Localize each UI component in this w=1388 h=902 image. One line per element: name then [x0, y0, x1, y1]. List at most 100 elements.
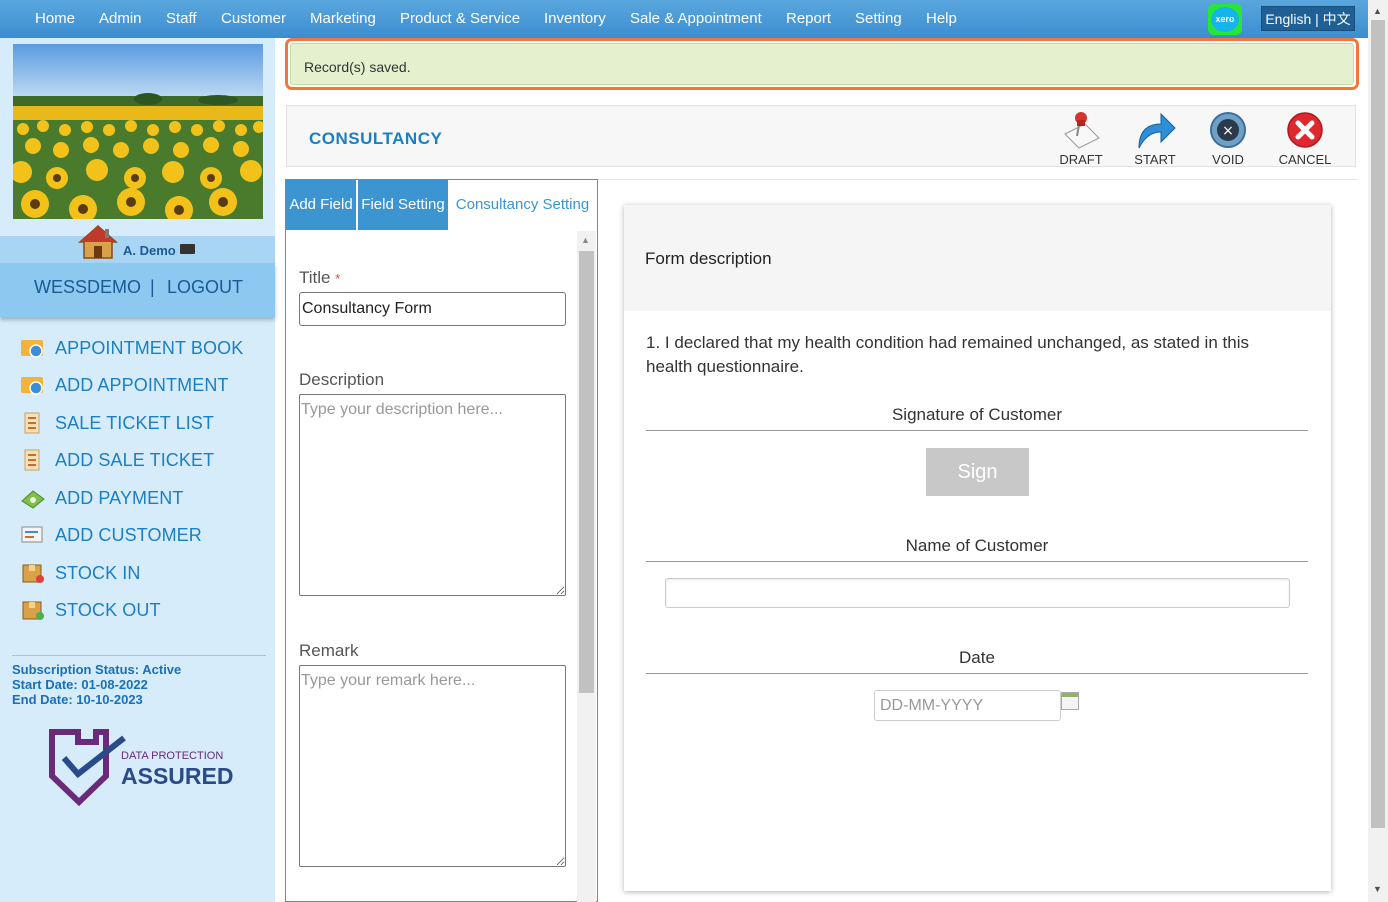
start-button[interactable]: START: [1132, 110, 1178, 167]
account-separator: |: [150, 277, 155, 297]
account-bar: WESSDEMO | LOGOUT: [0, 263, 275, 317]
nav-home[interactable]: Home: [35, 10, 75, 27]
add-customer-icon: [20, 524, 46, 546]
data-protection-badge: DATA PROTECTION ASSURED: [48, 728, 233, 813]
nav-help[interactable]: Help: [926, 10, 957, 27]
xero-icon: xero: [1211, 7, 1239, 32]
form-preview: Form description 1. I declared that my h…: [624, 205, 1331, 891]
subscription-status: Subscription Status: Active: [12, 662, 182, 677]
date-input[interactable]: [874, 690, 1061, 721]
user-name[interactable]: A. Demo: [123, 243, 176, 258]
menu-label: APPOINTMENT BOOK: [55, 337, 244, 358]
scroll-up-arrow-icon[interactable]: ▲: [1373, 6, 1382, 16]
subscription-info: Subscription Status: Active Start Date: …: [12, 655, 266, 707]
nav-setting[interactable]: Setting: [855, 10, 902, 27]
menu-sale-ticket-list[interactable]: SALE TICKET LIST: [20, 410, 214, 436]
nav-sale-appointment[interactable]: Sale & Appointment: [630, 10, 762, 27]
xero-button[interactable]: xero: [1208, 4, 1242, 35]
draft-button[interactable]: DRAFT: [1058, 110, 1104, 167]
description-label: Description: [299, 370, 385, 389]
menu-label: ADD PAYMENT: [55, 487, 184, 508]
editor-tabs: Add Field Field Setting Consultancy Sett…: [286, 180, 597, 230]
menu-label: STOCK IN: [55, 562, 141, 583]
editor-scrollbar-thumb[interactable]: [579, 251, 594, 693]
house-icon: [78, 224, 118, 265]
void-label: VOID: [1212, 152, 1244, 167]
subscription-end-date: End Date: 10-10-2023: [12, 692, 143, 707]
logout-link[interactable]: LOGOUT: [167, 277, 243, 298]
tab-consultancy-setting[interactable]: Consultancy Setting: [448, 180, 597, 230]
badge-line2: ASSURED: [121, 763, 234, 789]
required-mark: *: [335, 271, 341, 286]
svg-text:×: ×: [1222, 123, 1234, 139]
title-label: Title *: [299, 268, 340, 288]
remark-label: Remark: [299, 641, 359, 660]
menu-label: ADD CUSTOMER: [55, 524, 202, 545]
menu-label: ADD APPOINTMENT: [55, 374, 229, 395]
nav-product-service[interactable]: Product & Service: [400, 10, 520, 27]
description-textarea[interactable]: [299, 394, 566, 596]
stock-in-icon: [20, 562, 46, 584]
user-bar: A. Demo: [0, 224, 275, 263]
menu-appointment-book[interactable]: APPOINTMENT BOOK: [20, 335, 243, 361]
form-editor-panel: Add Field Field Setting Consultancy Sett…: [285, 179, 598, 902]
save-alert: Record(s) saved.: [285, 38, 1359, 90]
scroll-down-arrow-icon[interactable]: ▼: [1373, 884, 1382, 894]
add-payment-icon: [20, 487, 46, 509]
nav-staff[interactable]: Staff: [166, 10, 197, 27]
menu-stock-out[interactable]: STOCK OUT: [20, 597, 161, 623]
draft-pin-icon: [1059, 110, 1103, 150]
customer-name-label: Name of Customer: [646, 536, 1308, 562]
menu-add-customer[interactable]: ADD CUSTOMER: [20, 522, 202, 548]
scrollbar-thumb[interactable]: [1371, 20, 1385, 828]
start-arrow-icon: [1133, 110, 1177, 150]
void-circle-icon: ×: [1206, 110, 1250, 150]
computer-icon: [180, 244, 195, 254]
menu-add-payment[interactable]: ADD PAYMENT: [20, 485, 183, 511]
stock-out-icon: [20, 599, 46, 621]
question-body: I declared that my health condition had …: [646, 333, 1249, 376]
alert-message: Record(s) saved.: [290, 43, 1354, 85]
void-button[interactable]: × VOID: [1205, 110, 1251, 167]
form-description-header: Form description: [624, 205, 1331, 311]
cancel-button[interactable]: CANCEL: [1277, 110, 1333, 167]
sale-ticket-list-icon: [20, 412, 46, 434]
add-sale-ticket-icon: [20, 449, 46, 471]
sunflower-field-image: [13, 44, 263, 219]
page-title: CONSULTANCY: [309, 129, 443, 148]
sign-button[interactable]: Sign: [926, 448, 1029, 496]
menu-label: ADD SALE TICKET: [55, 449, 215, 470]
subscription-start-date: Start Date: 01-08-2022: [12, 677, 148, 692]
remark-textarea[interactable]: [299, 665, 566, 867]
date-label: Date: [646, 648, 1308, 674]
page-header: CONSULTANCY DRAFT START × VOID CANCEL: [286, 105, 1356, 167]
nav-report[interactable]: Report: [786, 10, 831, 27]
draft-label: DRAFT: [1059, 152, 1103, 167]
title-input[interactable]: [299, 292, 566, 326]
nav-admin[interactable]: Admin: [99, 10, 142, 27]
signature-label: Signature of Customer: [646, 405, 1308, 431]
page-scrollbar[interactable]: ▲ ▼: [1368, 0, 1388, 902]
menu-add-sale-ticket[interactable]: ADD SALE TICKET: [20, 447, 214, 473]
cancel-x-icon: [1283, 110, 1327, 150]
menu-add-appointment[interactable]: ADD APPOINTMENT: [20, 372, 229, 398]
nav-marketing[interactable]: Marketing: [310, 10, 376, 27]
nav-customer[interactable]: Customer: [221, 10, 286, 27]
question-number: 1.: [646, 333, 661, 352]
top-navigation: Home Admin Staff Customer Marketing Prod…: [0, 0, 1368, 38]
menu-label: STOCK OUT: [55, 599, 161, 620]
badge-line1: DATA PROTECTION: [121, 750, 224, 762]
cancel-label: CANCEL: [1278, 152, 1332, 167]
customer-name-input[interactable]: [665, 578, 1290, 608]
editor-scrollbar[interactable]: ▲: [577, 231, 596, 902]
tab-field-setting[interactable]: Field Setting: [358, 180, 448, 230]
nav-inventory[interactable]: Inventory: [544, 10, 606, 27]
language-switch[interactable]: English | 中文: [1261, 6, 1355, 31]
calendar-icon[interactable]: [1061, 692, 1079, 710]
sidebar: A. Demo WESSDEMO | LOGOUT APPOINTMENT BO…: [0, 38, 275, 902]
account-name-link[interactable]: WESSDEMO: [34, 277, 141, 298]
menu-stock-in[interactable]: STOCK IN: [20, 560, 140, 586]
editor-scroll-up-icon[interactable]: ▲: [581, 235, 590, 245]
form-description: Form description: [645, 249, 772, 268]
tab-add-field[interactable]: Add Field: [286, 180, 356, 230]
